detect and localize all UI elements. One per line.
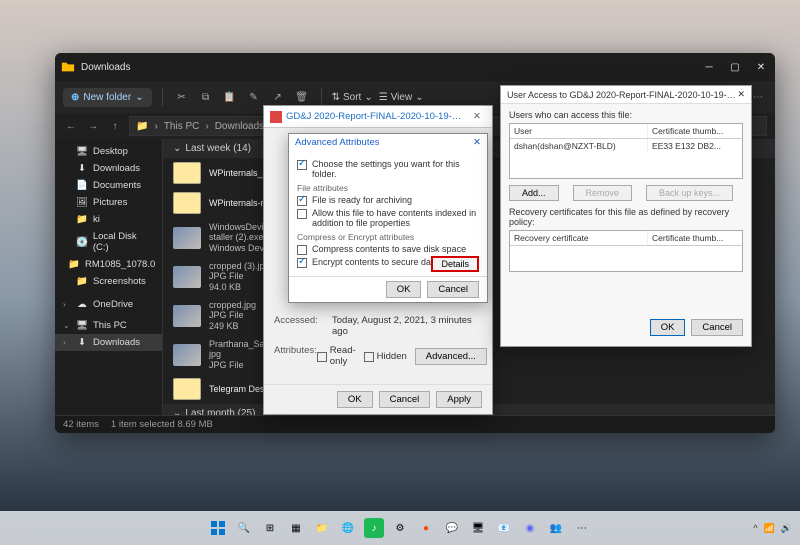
sidebar-item-thispc[interactable]: ⌄🖥This PC <box>55 317 162 334</box>
cancel-button[interactable]: Cancel <box>427 281 479 298</box>
window-title: Downloads <box>81 62 701 73</box>
advanced-attributes-dialog: Advanced Attributes ✕ Choose the setting… <box>288 133 488 303</box>
close-button[interactable]: ✕ <box>753 62 769 73</box>
details-button[interactable]: Details <box>431 256 479 272</box>
app-icon[interactable]: ♪ <box>364 518 384 538</box>
close-button[interactable]: ✕ <box>468 111 486 122</box>
app-icon[interactable]: 📧 <box>494 518 514 538</box>
sidebar-item-onedrive[interactable]: ›☁OneDrive <box>55 296 162 313</box>
user-access-titlebar[interactable]: User Access to GD&J 2020-Report-FINAL-20… <box>501 86 751 104</box>
system-tray[interactable]: ^ 📶 🔊 <box>753 523 792 534</box>
new-folder-button[interactable]: ⊕ New folder ⌄ <box>63 88 152 107</box>
add-button[interactable]: Add... <box>509 185 559 201</box>
back-button[interactable]: ← <box>63 121 79 132</box>
encrypt-checkbox[interactable] <box>297 258 307 268</box>
archive-checkbox[interactable] <box>297 196 307 206</box>
item-count: 42 items <box>63 419 99 430</box>
share-icon[interactable]: ↗ <box>269 88 287 106</box>
user-access-dialog: User Access to GD&J 2020-Report-FINAL-20… <box>500 85 752 347</box>
sidebar-item-documents[interactable]: 📄Documents <box>55 177 162 194</box>
properties-titlebar[interactable]: GD&J 2020-Report-FINAL-2020-10-19-webz.p… <box>264 106 492 128</box>
app-icon[interactable]: 💬 <box>442 518 462 538</box>
chevron-down-icon: ⌄ <box>135 92 143 103</box>
sort-button[interactable]: ⇅ Sort ⌄ <box>332 92 373 103</box>
sidebar-item-localdisk[interactable]: 💽Local Disk (C:) <box>55 228 162 256</box>
apply-button[interactable]: Apply <box>436 391 482 408</box>
cancel-button[interactable]: Cancel <box>379 391 431 408</box>
selection-info: 1 item selected 8.69 MB <box>111 419 213 430</box>
app-icon[interactable]: ⋯ <box>572 518 592 538</box>
cut-icon[interactable]: ✂ <box>173 88 191 106</box>
sidebar-item-rm1085[interactable]: 📁RM1085_1078.0 <box>55 256 162 273</box>
index-checkbox[interactable] <box>297 209 307 219</box>
sidebar: 🖥Desktop ⬇Downloads 📄Documents 🖼Pictures… <box>55 139 163 415</box>
copy-icon[interactable]: ⧉ <box>197 88 215 106</box>
ok-button[interactable]: OK <box>337 391 373 408</box>
app-icon[interactable]: 🖥 <box>468 518 488 538</box>
plus-icon: ⊕ <box>71 92 79 103</box>
ok-button[interactable]: OK <box>650 319 686 336</box>
rename-icon[interactable]: ✎ <box>245 88 263 106</box>
view-button[interactable]: ☰ View ⌄ <box>379 92 424 103</box>
wifi-icon[interactable]: 📶 <box>764 523 775 534</box>
forward-button[interactable]: → <box>85 121 101 132</box>
maximize-button[interactable]: ▢ <box>727 62 743 73</box>
remove-button[interactable]: Remove <box>573 185 633 201</box>
backup-keys-button[interactable]: Back up keys... <box>646 185 733 201</box>
compress-checkbox[interactable] <box>297 245 307 255</box>
app-icon[interactable]: ● <box>416 518 436 538</box>
recovery-list[interactable]: Recovery certificate Certificate thumb..… <box>509 230 743 272</box>
search-icon[interactable]: 🔍 <box>234 518 254 538</box>
recovery-label: Recovery certificates for this file as d… <box>509 207 743 227</box>
taskview-icon[interactable]: ⊞ <box>260 518 280 538</box>
hidden-checkbox[interactable] <box>364 352 374 362</box>
cancel-button[interactable]: Cancel <box>691 319 743 336</box>
settings-icon <box>297 160 307 170</box>
sidebar-item-downloads-2[interactable]: ›⬇Downloads <box>55 334 162 351</box>
volume-icon[interactable]: 🔊 <box>781 523 792 534</box>
readonly-checkbox[interactable] <box>317 352 327 362</box>
sidebar-item-screenshots[interactable]: 📁Screenshots <box>55 273 162 290</box>
sidebar-item-pictures[interactable]: 🖼Pictures <box>55 194 162 211</box>
delete-icon[interactable]: 🗑 <box>293 88 311 106</box>
up-button[interactable]: ↑ <box>107 121 123 132</box>
edge-icon[interactable]: 🌐 <box>338 518 358 538</box>
widgets-icon[interactable]: ▦ <box>286 518 306 538</box>
advanced-titlebar[interactable]: Advanced Attributes ✕ <box>289 134 487 151</box>
table-row[interactable]: dshan(dshan@NZXT-BLD) EE33 E132 DB2... <box>510 139 742 153</box>
advanced-button[interactable]: Advanced... <box>415 348 487 365</box>
start-button[interactable] <box>208 518 228 538</box>
pdf-icon <box>270 111 282 123</box>
who-label: Users who can access this file: <box>509 110 743 120</box>
explorer-titlebar[interactable]: Downloads ─ ▢ ✕ <box>55 53 775 81</box>
app-icon[interactable]: ◉ <box>520 518 540 538</box>
close-button[interactable]: ✕ <box>473 137 481 148</box>
status-bar: 42 items 1 item selected 8.69 MB <box>55 415 775 433</box>
user-list[interactable]: User Certificate thumb... dshan(dshan@NZ… <box>509 123 743 179</box>
sidebar-item-desktop[interactable]: 🖥Desktop <box>55 143 162 160</box>
folder-icon: 📁 <box>136 121 148 132</box>
new-folder-label: New folder <box>83 92 131 103</box>
sidebar-item-ki[interactable]: 📁ki <box>55 211 162 228</box>
explorer-icon[interactable]: 📁 <box>312 518 332 538</box>
folder-icon <box>61 60 75 74</box>
minimize-button[interactable]: ─ <box>701 62 717 73</box>
chevron-up-icon[interactable]: ^ <box>753 523 757 533</box>
app-icon[interactable]: ⚙ <box>390 518 410 538</box>
taskbar[interactable]: 🔍 ⊞ ▦ 📁 🌐 ♪ ⚙ ● 💬 🖥 📧 ◉ 👥 ⋯ ^ 📶 🔊 <box>0 511 800 545</box>
sidebar-item-downloads[interactable]: ⬇Downloads <box>55 160 162 177</box>
app-icon[interactable]: 👥 <box>546 518 566 538</box>
close-button[interactable]: ✕ <box>737 89 745 100</box>
paste-icon[interactable]: 📋 <box>221 88 239 106</box>
ok-button[interactable]: OK <box>386 281 422 298</box>
